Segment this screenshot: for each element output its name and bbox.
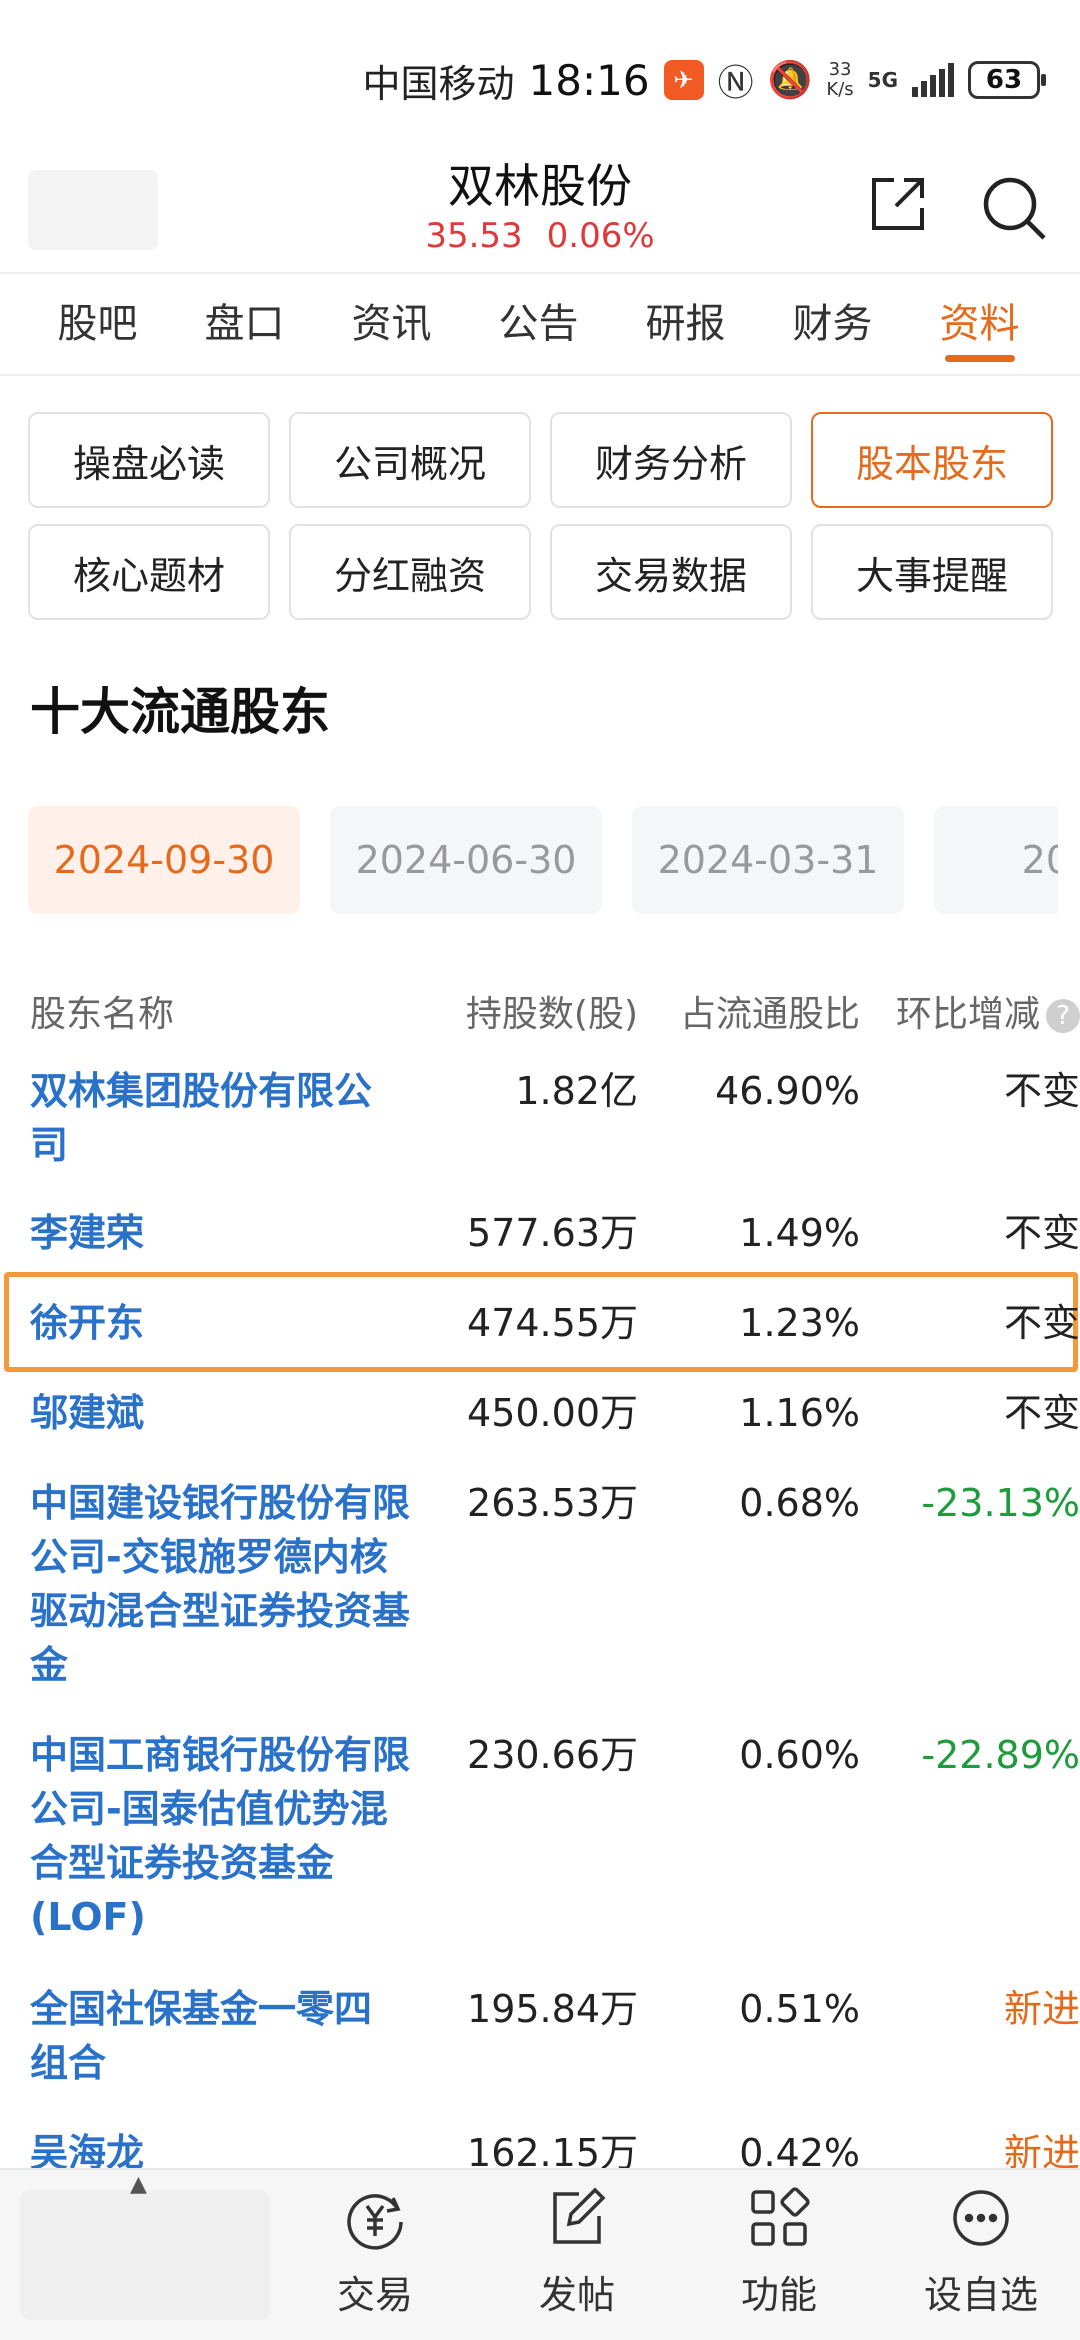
change-value: 新进	[1003, 1987, 1080, 2031]
tab-pankou[interactable]: 盘口	[171, 274, 318, 374]
holding-value: 577.63万	[467, 1211, 638, 1255]
change-value: -23.13%	[921, 1481, 1080, 1525]
ratio-value: 1.16%	[739, 1391, 860, 1435]
shareholder-name[interactable]: 徐开东	[30, 1296, 400, 1350]
net-speed: 33 K/s	[826, 59, 854, 100]
change-value: 不变	[1003, 1069, 1080, 1113]
tab-profile[interactable]: 资料	[906, 274, 1053, 374]
header-ratio: 占流通股比	[679, 994, 860, 1035]
trade-icon	[347, 2194, 403, 2250]
network-type: 5G	[867, 68, 898, 92]
holding-value: 195.84万	[467, 1987, 638, 2031]
shareholder-name[interactable]: 中国建设银行股份有限公司-交银施罗德内核驱动混合型证券投资基金	[30, 1476, 410, 1692]
section-button-trading-data[interactable]: 交易数据	[550, 524, 792, 620]
status-icons: 中国移动 18:16 ✈ Ⓝ 🔕 33 K/s 5G 63	[362, 50, 1046, 110]
carrier-label: 中国移动	[362, 61, 515, 106]
ratio-value: 1.23%	[739, 1301, 860, 1345]
app-notification-icon: ✈	[663, 60, 704, 100]
main-tabs: 股吧 盘口 资讯 公告 研报 财务 资料	[0, 272, 1080, 376]
header-change: 环比增减?	[860, 985, 1080, 1037]
nav-add-watchlist[interactable]: 设自选	[906, 2180, 1056, 2319]
section-title: 十大流通股东	[30, 683, 330, 741]
change-value: 不变	[1003, 1391, 1080, 1435]
bottom-nav: ▲ 交易 发帖 功能 设自选	[0, 2168, 1080, 2340]
ratio-value: 0.68%	[739, 1481, 860, 1525]
section-button-grid: 操盘必读 公司概况 财务分析 股本股东 核心题材 分红融资 交易数据 大事提醒	[28, 412, 1054, 620]
report-date-selector: 2024-09-30 2024-06-30 2024-03-31 2024	[28, 806, 1058, 916]
status-bar: 中国移动 18:16 ✈ Ⓝ 🔕 33 K/s 5G 63	[0, 0, 1080, 150]
clock: 18:16	[528, 55, 650, 105]
mute-bell-icon: 🔕	[767, 60, 813, 101]
holding-value: 474.55万	[467, 1301, 638, 1345]
nav-post-label: 发帖	[538, 2273, 615, 2317]
search-icon[interactable]	[978, 172, 1050, 244]
section-button-events[interactable]: 大事提醒	[811, 524, 1053, 620]
signal-icon	[912, 63, 954, 97]
section-button-financial-analysis[interactable]: 财务分析	[550, 412, 792, 508]
table-header: 股东名称 持股数(股) 占流通股比 环比增减?	[30, 985, 1080, 1045]
grid-icon	[751, 2187, 810, 2246]
nav-trade-label: 交易	[336, 2273, 413, 2317]
ratio-value: 1.49%	[739, 1211, 860, 1255]
header-holding: 持股数(股)	[465, 994, 638, 1035]
date-chip[interactable]: 2024-06-30	[330, 806, 602, 914]
date-chip[interactable]: 2024-03-31	[632, 806, 904, 914]
chevron-up-icon[interactable]: ▲	[130, 2172, 147, 2197]
shareholder-name[interactable]: 全国社保基金一零四组合	[30, 1982, 400, 2090]
holding-value: 263.53万	[467, 1481, 638, 1525]
section-button-trading-guide[interactable]: 操盘必读	[28, 412, 270, 508]
tab-announcements[interactable]: 公告	[465, 274, 612, 374]
stock-change: 0.06%	[546, 216, 655, 256]
change-value: -22.89%	[921, 1733, 1080, 1777]
holding-value: 450.00万	[467, 1391, 638, 1435]
nav-trade[interactable]: 交易	[300, 2180, 450, 2319]
date-chip[interactable]: 2024	[934, 806, 1058, 914]
nav-post[interactable]: 发帖	[502, 2180, 652, 2319]
nav-add-watchlist-label: 设自选	[923, 2273, 1038, 2317]
section-button-shareholders[interactable]: 股本股东	[811, 412, 1053, 508]
nfc-icon: Ⓝ	[717, 63, 754, 104]
tab-research[interactable]: 研报	[612, 274, 759, 374]
ratio-value: 0.60%	[739, 1733, 860, 1777]
nav-features[interactable]: 功能	[704, 2180, 854, 2319]
section-button-company-overview[interactable]: 公司概况	[289, 412, 531, 508]
ratio-value: 46.90%	[715, 1069, 860, 1113]
header-name: 股东名称	[30, 994, 175, 1035]
nav-features-label: 功能	[740, 2273, 817, 2317]
date-chip[interactable]: 2024-09-30	[28, 806, 300, 914]
tab-guba[interactable]: 股吧	[24, 274, 171, 374]
section-button-core-themes[interactable]: 核心题材	[28, 524, 270, 620]
battery-icon: 63	[968, 61, 1046, 99]
stock-header: 双林股份 35.53 0.06%	[0, 150, 1080, 270]
more-icon	[953, 2190, 1009, 2246]
shareholder-name[interactable]: 李建荣	[30, 1206, 400, 1260]
post-icon	[553, 2187, 606, 2244]
tab-finance[interactable]: 财务	[759, 274, 906, 374]
change-value: 不变	[1003, 1211, 1080, 1255]
section-button-dividends[interactable]: 分红融资	[289, 524, 531, 620]
tab-news[interactable]: 资讯	[318, 274, 465, 374]
shareholder-name[interactable]: 双林集团股份有限公司	[30, 1064, 400, 1172]
holding-value: 1.82亿	[515, 1069, 638, 1113]
stock-price: 35.53	[425, 216, 523, 256]
shareholder-name[interactable]: 中国工商银行股份有限公司-国泰估值优势混合型证券投资基金(LOF)	[30, 1728, 410, 1944]
ratio-value: 0.51%	[739, 1987, 860, 2031]
holding-value: 230.66万	[467, 1733, 638, 1777]
shareholder-name[interactable]: 邬建斌	[30, 1386, 400, 1440]
help-icon[interactable]: ?	[1046, 999, 1080, 1033]
change-value: 不变	[1003, 1301, 1080, 1345]
share-icon[interactable]	[866, 172, 930, 236]
mini-chart-thumbnail[interactable]	[20, 2190, 270, 2320]
